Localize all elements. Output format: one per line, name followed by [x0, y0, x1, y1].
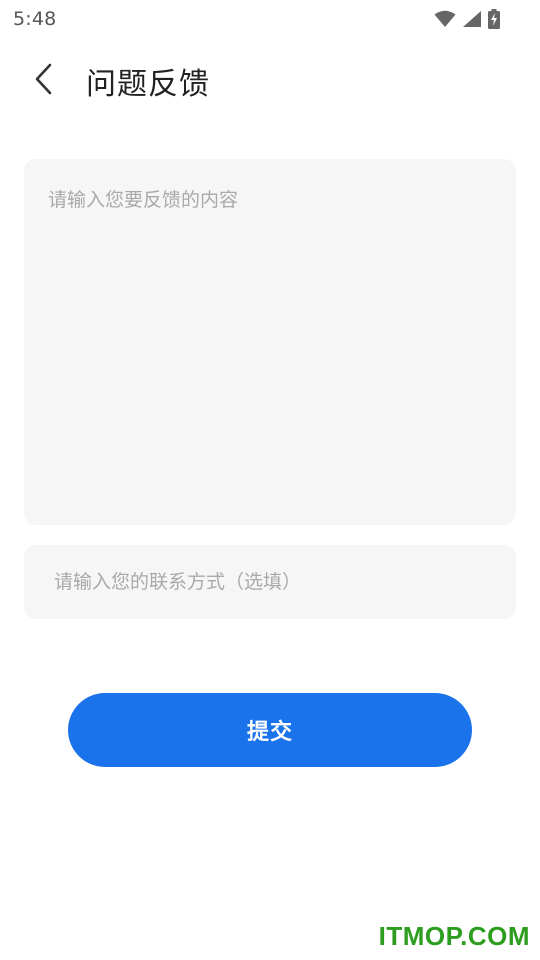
status-bar: 5:48 [0, 0, 540, 38]
contact-input[interactable] [24, 545, 516, 619]
watermark-logo: ITMOP.COM [378, 921, 530, 951]
signal-icon [462, 10, 482, 28]
wifi-icon [434, 10, 456, 28]
status-time: 5:48 [13, 8, 57, 30]
submit-button[interactable]: 提交 [68, 693, 472, 767]
feedback-screen: 5:48 问题反馈 请输入您要反馈的内容 请输入您的联系方式（选填） 提交 IT… [0, 0, 540, 960]
battery-charging-icon [488, 9, 500, 29]
contact-box [24, 545, 516, 619]
status-icons [434, 9, 500, 29]
title-bar: 问题反馈 [0, 46, 540, 116]
back-button[interactable] [14, 51, 74, 111]
chevron-left-icon [33, 63, 55, 99]
page-title: 问题反馈 [86, 67, 210, 102]
feedback-box [24, 159, 516, 525]
feedback-input[interactable] [24, 159, 516, 525]
